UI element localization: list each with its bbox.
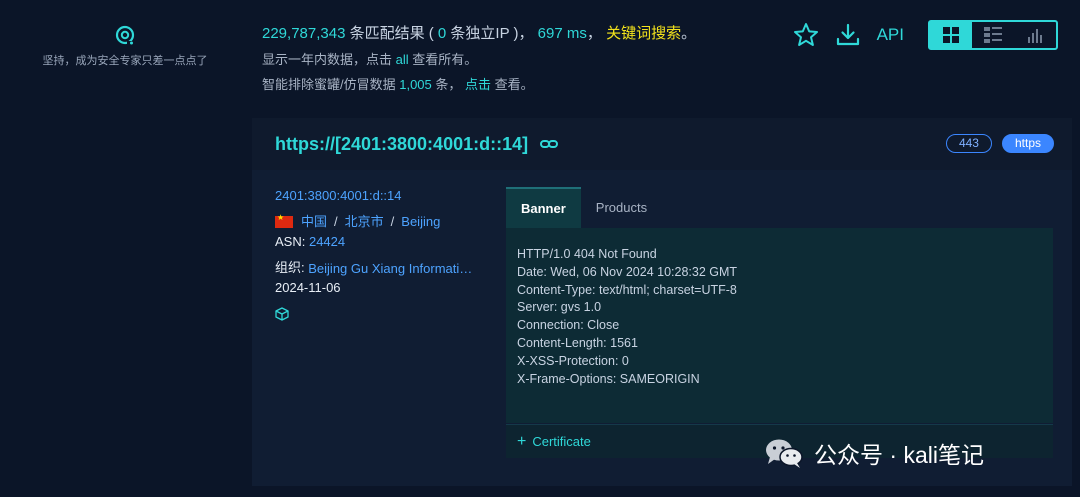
china-flag-icon <box>275 213 293 228</box>
link-icon[interactable] <box>540 138 559 150</box>
toolbar: API <box>793 20 1058 50</box>
banner-line: Connection: Close <box>517 318 620 333</box>
card-header: https://[2401:3800:4001:d::14] 443 https <box>252 118 1072 170</box>
keyword-search-link[interactable]: 关键词搜索 <box>606 25 681 42</box>
logo-icon[interactable] <box>114 24 136 46</box>
cube-icon[interactable] <box>275 307 289 321</box>
host-info: 2401:3800:4001:d::14 中国 / 北京市 / Beijing ASN:… <box>275 188 478 324</box>
certificate-label: Certificate <box>532 434 591 449</box>
logo-area: 坚持，成为安全专家只差一点点了 <box>30 24 220 68</box>
result-url[interactable]: https://[2401:3800:4001:d::14] <box>275 134 528 155</box>
port-badge[interactable]: 443 <box>945 134 992 153</box>
wechat-icon <box>766 439 803 468</box>
banner-line: HTTP/1.0 404 Not Found <box>517 247 657 261</box>
honeypot-count: 1,005 <box>399 77 432 92</box>
year-suffix: 查看所有。 <box>408 52 478 67</box>
org-link[interactable]: Beijing Gu Xiang Information Technology … <box>308 261 478 276</box>
badges: 443 https <box>936 134 1054 153</box>
stats-view-icon <box>1028 29 1042 43</box>
asn-link[interactable]: 24424 <box>309 234 345 249</box>
banner-line: X-XSS-Protection: 0 <box>517 353 629 368</box>
banner-line: Content-Type: text/html; charset=UTF-8 <box>517 282 737 297</box>
view-toggle <box>928 20 1058 50</box>
ip-text: 条独立IP )， <box>446 25 534 42</box>
grid-view-button[interactable] <box>930 22 972 48</box>
comma: ， <box>586 25 602 42</box>
banner-line: Content-Length: 1561 <box>517 335 638 350</box>
banner-line: Date: Wed, 06 Nov 2024 10:28:32 GMT <box>517 264 738 279</box>
location-separator: / <box>390 214 395 229</box>
list-view-icon <box>984 27 1002 43</box>
year-filter-note: 显示一年内数据，点击 all 查看所有。 <box>262 49 696 68</box>
download-icon[interactable] <box>835 22 861 48</box>
plus-icon: + <box>517 433 527 450</box>
result-card: https://[2401:3800:4001:d::14] 443 https… <box>252 118 1072 486</box>
honeypot-unit: 条， <box>431 77 462 92</box>
province-link[interactable]: 北京市 <box>345 214 384 229</box>
date: 2024-11-06 <box>275 280 341 295</box>
location-separator: / <box>334 214 338 229</box>
star-icon[interactable] <box>793 22 819 48</box>
ip-count: 0 <box>437 25 447 42</box>
protocol-badge[interactable]: https <box>1001 134 1054 153</box>
banner-line: X-Frame-Options: SAMEORIGIN <box>517 371 700 386</box>
tab-products[interactable]: Products <box>581 187 662 228</box>
query-time: 697 ms <box>537 25 587 42</box>
watermark: 公众号 · kali笔记 <box>764 436 984 470</box>
slogan: 坚持，成为安全专家只差一点点了 <box>42 55 208 67</box>
honeypot-note: 智能排除蜜罐/仿冒数据 1,005 条， 点击 查看。 <box>262 74 696 93</box>
banner-line: Server: gvs 1.0 <box>517 300 602 315</box>
click-link[interactable]: 点击 <box>465 77 491 92</box>
year-prefix: 显示一年内数据，点击 <box>262 52 396 67</box>
asn-label: ASN: <box>275 234 306 249</box>
watermark-text: 公众号 · kali笔记 <box>814 442 984 468</box>
country-link[interactable]: 中国 <box>301 214 327 229</box>
city-link[interactable]: Beijing <box>401 214 440 229</box>
stats-view-button[interactable] <box>1014 22 1056 48</box>
result-summary: 229,787,343 条匹配结果 ( 0 条独立IP )， 697 ms， 关… <box>262 22 696 93</box>
honeypot-prefix: 智能排除蜜罐/仿冒数据 <box>262 77 400 92</box>
result-count: 229,787,343 <box>262 25 346 42</box>
ip-link[interactable]: 2401:3800:4001:d::14 <box>275 188 402 203</box>
grid-view-icon <box>943 27 959 43</box>
honeypot-suffix: 查看。 <box>491 77 534 92</box>
org-label: 组织: <box>275 260 305 275</box>
tab-banner[interactable]: Banner <box>506 187 581 228</box>
all-link[interactable]: all <box>396 52 409 67</box>
results-text: 条匹配结果 ( <box>345 25 438 42</box>
summary-line: 229,787,343 条匹配结果 ( 0 条独立IP )， 697 ms， 关… <box>262 22 696 43</box>
api-button[interactable]: API <box>877 25 904 45</box>
period: 。 <box>681 25 697 42</box>
detail-tabs: Banner Products <box>506 187 662 228</box>
banner-content: HTTP/1.0 404 Not Found Date: Wed, 06 Nov… <box>506 228 1053 423</box>
list-view-button[interactable] <box>972 22 1014 48</box>
